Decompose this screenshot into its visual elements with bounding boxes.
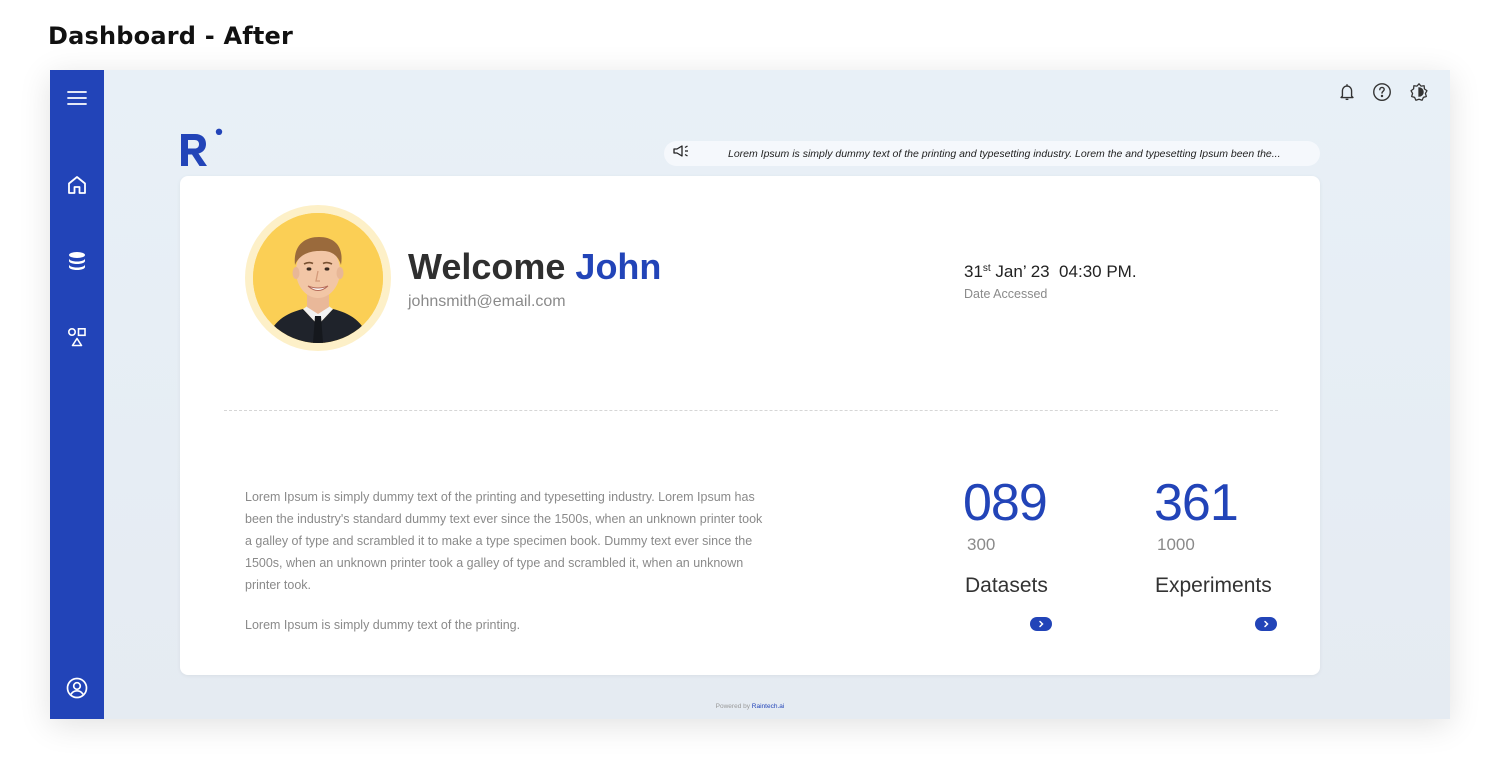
chevron-right-icon: [1264, 620, 1269, 628]
sidebar: [50, 70, 104, 719]
logo: [179, 128, 225, 168]
access-day-suffix: st: [982, 263, 991, 274]
announcement-text: Lorem Ipsum is simply dummy text of the …: [728, 147, 1281, 160]
welcome-card: Welcome John johnsmith@email.com 31st Ja…: [180, 176, 1320, 675]
megaphone-icon: [672, 143, 692, 164]
theme-toggle-icon[interactable]: [1408, 81, 1430, 103]
datasets-count: 089: [963, 474, 1048, 532]
description-short: Lorem Ipsum is simply dummy text of the …: [245, 618, 521, 632]
home-icon[interactable]: [64, 172, 90, 198]
page-heading: Dashboard - After: [48, 22, 294, 50]
datasets-total: 300: [967, 535, 996, 554]
chevron-right-icon: [1039, 620, 1044, 628]
access-datetime: 31st Jan’ 23 04:30 PM.: [964, 262, 1137, 282]
avatar-ring: [245, 205, 391, 351]
menu-icon[interactable]: [64, 85, 90, 111]
footer-brand-link[interactable]: Raintech.ai: [752, 703, 785, 710]
footer-prefix: Powered by: [715, 703, 752, 710]
datasets-open-button[interactable]: [1030, 617, 1052, 631]
experiments-label: Experiments: [1155, 574, 1272, 597]
user-circle-icon[interactable]: [64, 675, 90, 701]
announcement-bar[interactable]: Lorem Ipsum is simply dummy text of the …: [664, 141, 1320, 166]
avatar: [253, 213, 383, 343]
experiments-count: 361: [1154, 474, 1239, 532]
database-icon[interactable]: [64, 248, 90, 274]
welcome-heading: Welcome John: [408, 246, 661, 288]
user-name: John: [575, 246, 662, 287]
divider: [224, 410, 1278, 411]
bell-icon[interactable]: [1336, 81, 1358, 103]
access-day: 31: [964, 262, 983, 281]
experiments-open-button[interactable]: [1255, 617, 1277, 631]
user-email: johnsmith@email.com: [408, 293, 566, 310]
access-label: Date Accessed: [964, 287, 1048, 301]
access-date-rest: Jan’ 23 04:30 PM.: [990, 262, 1137, 281]
experiments-total: 1000: [1157, 535, 1195, 554]
app-window: Lorem Ipsum is simply dummy text of the …: [50, 70, 1450, 719]
footer: Powered by Raintech.ai: [50, 703, 1450, 710]
help-icon[interactable]: [1371, 81, 1393, 103]
welcome-text: Welcome: [408, 246, 566, 287]
description-paragraph: Lorem Ipsum is simply dummy text of the …: [245, 490, 763, 592]
shapes-icon[interactable]: [64, 324, 90, 350]
datasets-label: Datasets: [965, 574, 1048, 597]
